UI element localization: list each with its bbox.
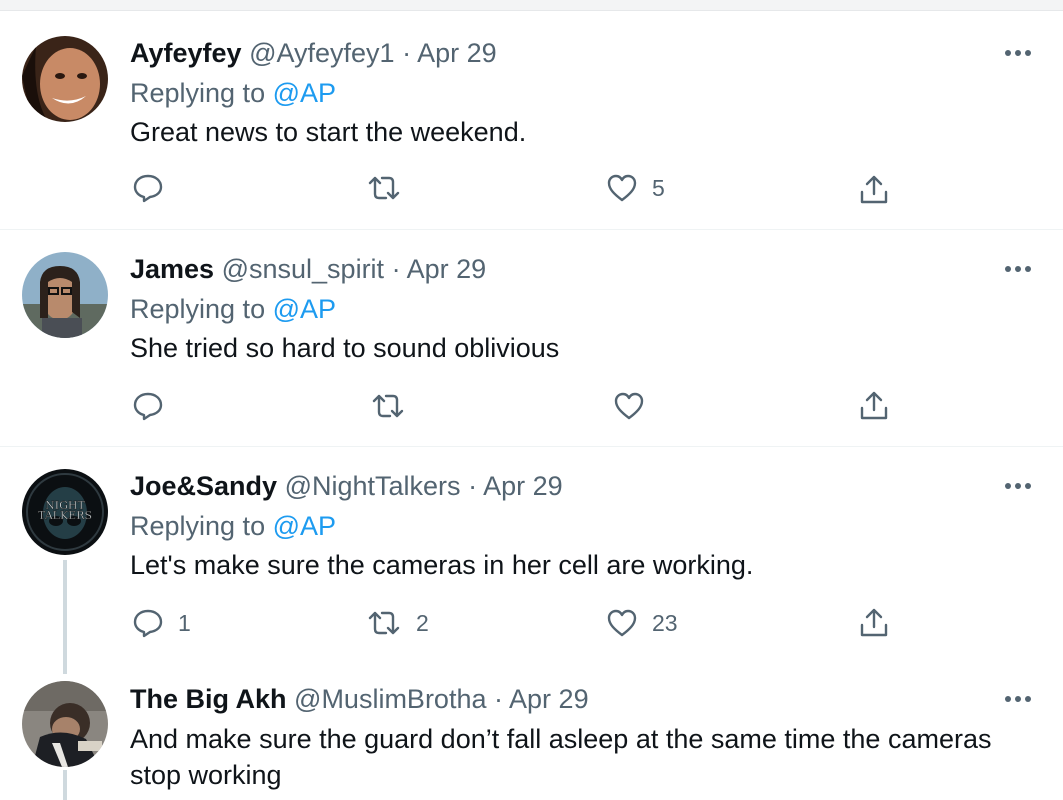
like-button[interactable]: 5 (606, 172, 665, 204)
tweet[interactable]: Ayfeyfey @Ayfeyfey1 · Apr 29 Replying to… (0, 0, 1063, 229)
like-icon (614, 392, 644, 420)
handle[interactable]: @NightTalkers (285, 471, 461, 501)
more-icon[interactable] (1000, 681, 1036, 717)
reply-icon (133, 392, 163, 421)
share-icon (860, 391, 888, 420)
share-icon (860, 175, 888, 204)
more-icon[interactable] (1000, 35, 1036, 71)
retweet-button[interactable] (366, 172, 416, 204)
like-button[interactable] (613, 390, 659, 422)
handle[interactable]: @snsul_spirit (222, 254, 384, 284)
avatar[interactable] (22, 681, 108, 767)
avatar[interactable]: NIGHT TALKERS (22, 469, 108, 555)
tweet-header: The Big Akh @MuslimBrotha · Apr 29 (130, 683, 589, 715)
reply-count: 1 (178, 609, 191, 636)
separator: · (494, 684, 504, 714)
retweet-icon (368, 176, 400, 200)
more-icon[interactable] (1000, 468, 1036, 504)
replying-to: Replying to @AP (130, 293, 336, 325)
reply-icon (133, 609, 163, 638)
timestamp[interactable]: Apr 29 (417, 38, 497, 68)
like-count: 23 (652, 609, 678, 636)
like-button[interactable]: 23 (606, 607, 678, 639)
tweet-header: Joe&Sandy @NightTalkers · Apr 29 (130, 470, 563, 502)
tweet-text: She tried so hard to sound oblivious (130, 333, 560, 363)
display-name[interactable]: The Big Akh (130, 684, 287, 714)
timestamp[interactable]: Apr 29 (483, 471, 563, 501)
display-name[interactable]: Ayfeyfey (130, 38, 242, 68)
share-button[interactable] (858, 607, 890, 639)
replying-to-handle[interactable]: @AP (273, 294, 336, 324)
retweet-count: 2 (416, 609, 429, 636)
tweet-header: Ayfeyfey @Ayfeyfey1 · Apr 29 (130, 37, 497, 69)
display-name[interactable]: Joe&Sandy (130, 471, 277, 501)
tweet[interactable]: NIGHT TALKERS Joe&Sandy @NightTalkers · … (0, 447, 1063, 667)
handle[interactable]: @Ayfeyfey1 (249, 38, 394, 68)
share-button[interactable] (858, 390, 890, 422)
avatar[interactable] (22, 36, 108, 122)
tweet[interactable]: The Big Akh @MuslimBrotha · Apr 29 And m… (0, 667, 1063, 800)
tweet-text-line: stop working (130, 760, 282, 790)
share-button[interactable] (858, 174, 890, 206)
separator: · (391, 254, 401, 284)
like-icon (607, 609, 637, 637)
separator: · (402, 38, 412, 68)
timestamp[interactable]: Apr 29 (509, 684, 589, 714)
retweet-icon (368, 611, 400, 635)
replying-to-label: Replying to (130, 294, 266, 324)
tweet-text-line: And make sure the guard don’t fall aslee… (130, 724, 992, 754)
tweet-header: James @snsul_spirit · Apr 29 (130, 253, 486, 285)
display-name[interactable]: James (130, 254, 214, 284)
tweet[interactable]: James @snsul_spirit · Apr 29 Replying to… (0, 230, 1063, 446)
replying-to-handle[interactable]: @AP (273, 78, 336, 108)
replying-to: Replying to @AP (130, 510, 336, 542)
tweet-text: And make sure the guard don’t fall aslee… (130, 721, 1010, 793)
avatar-text-2: TALKERS (38, 509, 92, 522)
like-icon (607, 174, 637, 202)
tweet-text: Great news to start the weekend. (130, 117, 527, 147)
replying-to: Replying to @AP (130, 77, 336, 109)
reply-button[interactable] (132, 172, 178, 204)
replying-to-label: Replying to (130, 511, 266, 541)
separator: · (468, 471, 478, 501)
retweet-button[interactable] (370, 390, 420, 422)
reply-button[interactable]: 1 (132, 607, 191, 639)
reply-button[interactable] (132, 390, 178, 422)
replying-to-handle[interactable]: @AP (273, 511, 336, 541)
tweet-text: Let's make sure the cameras in her cell … (130, 550, 754, 580)
retweet-button[interactable]: 2 (366, 607, 429, 639)
handle[interactable]: @MuslimBrotha (294, 684, 486, 714)
avatar[interactable] (22, 252, 108, 338)
like-count: 5 (652, 174, 665, 201)
more-icon[interactable] (1000, 251, 1036, 287)
retweet-icon (372, 394, 404, 418)
replying-to-label: Replying to (130, 78, 266, 108)
share-icon (860, 608, 888, 637)
reply-icon (133, 174, 163, 203)
timestamp[interactable]: Apr 29 (407, 254, 487, 284)
